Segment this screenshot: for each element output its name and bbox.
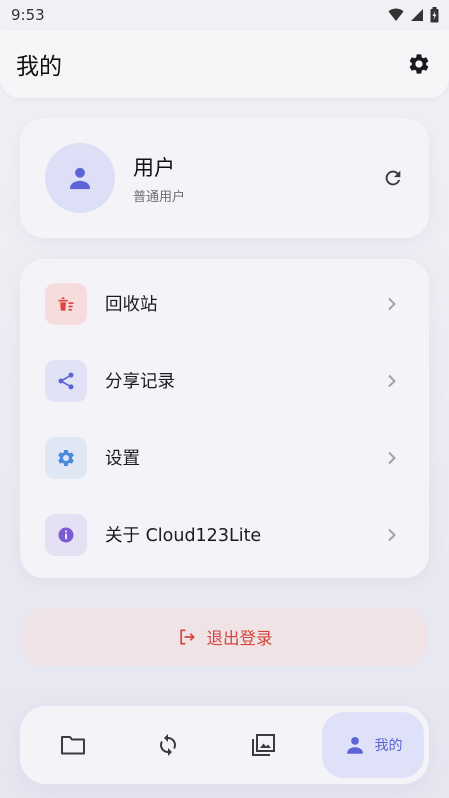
profile-info: 用户 普通用户 xyxy=(133,152,382,205)
share-icon xyxy=(58,372,74,389)
menu-icon-box xyxy=(45,359,87,402)
chevron-right-icon xyxy=(388,451,396,464)
profile-card: 用户 普通用户 xyxy=(20,118,429,238)
menu-item-about[interactable]: 关于 Cloud123Lite xyxy=(20,496,429,573)
status-icons xyxy=(388,7,439,23)
menu-label: 回收站 xyxy=(105,295,158,315)
app-header: 我的 xyxy=(0,30,449,98)
chevron-right-icon xyxy=(388,528,396,541)
menu-item-settings[interactable]: 设置 xyxy=(20,419,429,496)
menu-card: 回收站 分享记录 设置 关于 Cloud123Lite xyxy=(20,259,429,578)
menu-label: 分享记录 xyxy=(105,372,175,392)
gear-icon xyxy=(409,54,429,74)
gear-icon xyxy=(58,449,74,466)
user-role: 普通用户 xyxy=(133,189,186,205)
refresh-button[interactable] xyxy=(382,167,404,189)
avatar xyxy=(45,143,115,213)
wifi-icon xyxy=(388,8,404,21)
settings-button[interactable] xyxy=(407,52,431,76)
nav-tab-label: 我的 xyxy=(374,738,403,754)
logout-label: 退出登录 xyxy=(206,629,273,648)
gallery-icon xyxy=(251,734,275,756)
menu-label: 设置 xyxy=(105,449,140,469)
refresh-icon xyxy=(385,170,401,186)
page-title: 我的 xyxy=(16,54,62,80)
nav-tab-mine[interactable]: 我的 xyxy=(322,712,424,778)
trash-icon xyxy=(58,296,74,311)
chevron-right-icon xyxy=(388,374,396,387)
nav-tab-files[interactable] xyxy=(25,712,120,778)
menu-icon-box xyxy=(45,282,87,325)
bottom-nav: 我的 xyxy=(20,706,429,784)
person-icon xyxy=(70,167,90,190)
signal-icon xyxy=(411,9,423,21)
status-time: 9:53 xyxy=(11,6,45,24)
person-icon xyxy=(346,737,363,754)
nav-tab-gallery[interactable] xyxy=(215,712,310,778)
menu-item-share-records[interactable]: 分享记录 xyxy=(20,342,429,419)
status-bar: 9:53 xyxy=(0,0,449,30)
chevron-right-icon xyxy=(388,297,396,310)
info-icon xyxy=(58,527,74,542)
user-name: 用户 xyxy=(133,155,175,180)
folder-icon xyxy=(60,736,85,755)
menu-icon-box xyxy=(45,436,87,479)
battery-icon xyxy=(430,7,439,23)
nav-tab-sync[interactable] xyxy=(120,712,215,778)
menu-item-recycle-bin[interactable]: 回收站 xyxy=(20,265,429,342)
menu-icon-box xyxy=(45,513,87,556)
sync-icon xyxy=(159,734,176,756)
logout-button[interactable]: 退出登录 xyxy=(22,608,427,666)
menu-label: 关于 Cloud123Lite xyxy=(105,526,262,546)
logout-icon xyxy=(179,629,195,645)
